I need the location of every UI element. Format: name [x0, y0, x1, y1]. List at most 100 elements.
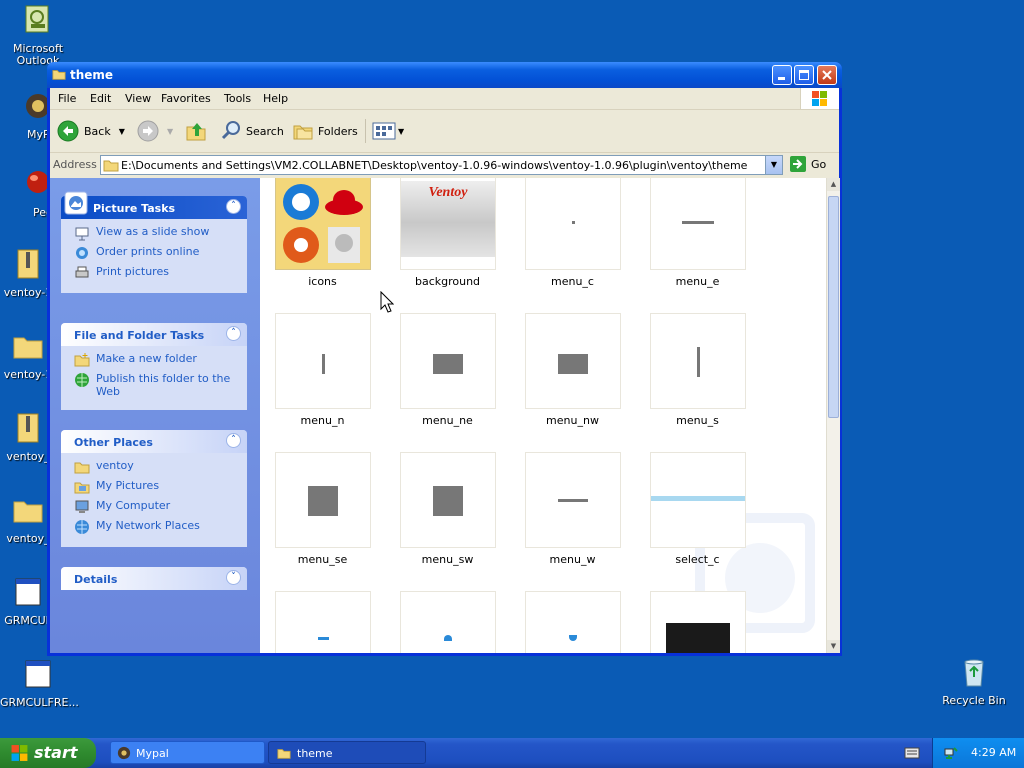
file-thumb-row4-4[interactable]: [650, 591, 746, 653]
details-header[interactable]: Details ˅: [61, 567, 247, 590]
menu-n-image: [322, 354, 325, 374]
scroll-thumb[interactable]: [828, 196, 839, 418]
other-places-body: ventoy My Pictures My Computer My Networ…: [61, 453, 247, 547]
file-thumb-background[interactable]: Ventoy: [400, 178, 496, 270]
keyboard-icon[interactable]: [904, 747, 920, 759]
task-publish-web[interactable]: Publish this folder to the Web: [61, 372, 247, 402]
task-new-folder[interactable]: Make a new folder: [61, 352, 247, 372]
scroll-down-button[interactable]: ▼: [827, 640, 840, 653]
place-label: My Pictures: [96, 479, 160, 492]
menu-file[interactable]: File: [58, 92, 76, 105]
globe-icon: [75, 373, 89, 387]
picture-tasks-body: View as a slide show Order prints online…: [61, 219, 247, 293]
folders-button[interactable]: Folders: [292, 119, 358, 143]
file-thumb-select-c[interactable]: [650, 452, 746, 548]
menu-tools[interactable]: Tools: [224, 92, 251, 105]
up-folder-button[interactable]: [185, 119, 207, 143]
network-status-icon[interactable]: [943, 745, 959, 761]
task-slideshow[interactable]: View as a slide show: [61, 225, 247, 245]
other-places-panel: Other Places ˄ ventoy My Pictures My Com…: [61, 430, 247, 547]
menu-edit[interactable]: Edit: [90, 92, 111, 105]
place-my-pictures[interactable]: My Pictures: [61, 479, 247, 499]
place-my-computer[interactable]: My Computer: [61, 499, 247, 519]
taskbar-item-mypal[interactable]: Mypal: [110, 741, 265, 764]
details-title: Details: [74, 573, 118, 586]
scroll-up-button[interactable]: ▲: [827, 178, 840, 191]
file-view: icons Ventoy background menu_c menu_e me…: [260, 178, 826, 653]
folder-icon: [52, 70, 66, 80]
picture-tasks-header[interactable]: Picture Tasks ˄: [61, 191, 247, 219]
desktop-icon-outlook[interactable]: Microsoft Outlook: [0, 4, 76, 67]
file-thumb-menu-ne[interactable]: [400, 313, 496, 409]
taskbar-item-theme[interactable]: theme: [268, 741, 426, 764]
other-places-header[interactable]: Other Places ˄: [61, 430, 247, 453]
desktop-icon-grmculfre[interactable]: GRMCULFRE...: [0, 658, 79, 709]
start-label: start: [34, 743, 78, 762]
task-print-pictures[interactable]: Print pictures: [61, 265, 247, 285]
printer-icon: [75, 266, 89, 278]
search-button[interactable]: Search: [220, 119, 284, 143]
clock[interactable]: 4:29 AM: [971, 746, 1016, 759]
file-label: background: [414, 275, 481, 288]
window-client: File Edit View Favorites Tools Help Back…: [50, 88, 840, 653]
file-thumb-icons[interactable]: [275, 178, 371, 270]
file-label: menu_ne: [422, 414, 473, 427]
place-my-network[interactable]: My Network Places: [61, 519, 247, 539]
file-thumb-menu-w[interactable]: [525, 452, 621, 548]
folder-icon: [13, 501, 43, 523]
collapse-chevron-icon[interactable]: ˄: [226, 326, 241, 341]
minimize-button[interactable]: [772, 65, 792, 85]
file-folder-tasks-header[interactable]: File and Folder Tasks ˄: [61, 323, 247, 346]
file-label: menu_n: [300, 414, 345, 427]
file-thumb-row4-2[interactable]: [400, 591, 496, 653]
file-thumb-row4-1[interactable]: [275, 591, 371, 653]
desktop-icon-label: GRMCULFRE...: [0, 696, 79, 709]
search-label: Search: [246, 124, 284, 138]
views-button[interactable]: ▼: [372, 119, 404, 143]
file-label: icons: [308, 275, 337, 288]
file-thumb-menu-n[interactable]: [275, 313, 371, 409]
select-c-image: [651, 496, 745, 501]
task-order-prints[interactable]: Order prints online: [61, 245, 247, 265]
file-thumb-menu-c[interactable]: [525, 178, 621, 270]
menu-e-image: [682, 221, 714, 224]
folder-icon: [277, 749, 291, 759]
maximize-icon: [799, 70, 809, 80]
start-button[interactable]: start: [0, 738, 96, 768]
go-button[interactable]: Go: [789, 155, 826, 173]
desktop-icon-recycle-bin[interactable]: Recycle Bin: [936, 656, 1012, 707]
chevron-down-icon: ▼: [770, 160, 778, 169]
zip-folder-icon: [17, 249, 39, 279]
address-dropdown-button[interactable]: ▼: [765, 156, 782, 174]
menu-w-image: [558, 499, 588, 502]
file-thumb-row4-3[interactable]: [525, 591, 621, 653]
address-bar: Address E:\Documents and Settings\VM2.CO…: [50, 153, 839, 177]
file-thumb-menu-sw[interactable]: [400, 452, 496, 548]
views-icon: [372, 122, 396, 140]
maximize-button[interactable]: [794, 65, 814, 85]
background-thumb-text: Ventoy: [428, 185, 468, 200]
back-dropdown-icon[interactable]: ▼: [119, 127, 125, 136]
address-input[interactable]: E:\Documents and Settings\VM2.COLLABNET\…: [100, 155, 783, 175]
back-button[interactable]: Back ▼: [57, 119, 125, 143]
place-ventoy[interactable]: ventoy: [61, 459, 247, 479]
file-thumb-menu-e[interactable]: [650, 178, 746, 270]
file-thumb-menu-se[interactable]: [275, 452, 371, 548]
vertical-scrollbar[interactable]: ▲ ▼: [826, 178, 840, 653]
collapse-chevron-icon[interactable]: ˄: [226, 433, 241, 448]
menu-view[interactable]: View: [125, 92, 151, 105]
close-button[interactable]: [817, 65, 837, 85]
menu-favorites[interactable]: Favorites: [161, 92, 211, 105]
collapse-chevron-icon[interactable]: ˄: [226, 199, 241, 214]
title-bar[interactable]: theme: [47, 62, 842, 88]
network-icon: [75, 520, 89, 534]
window-title: theme: [70, 68, 114, 82]
forward-dropdown-icon[interactable]: ▼: [167, 127, 173, 136]
menu-help[interactable]: Help: [263, 92, 288, 105]
file-thumb-menu-s[interactable]: [650, 313, 746, 409]
go-arrow-icon: [790, 156, 806, 172]
expand-chevron-icon[interactable]: ˅: [226, 570, 241, 585]
forward-button[interactable]: ▼: [137, 119, 173, 143]
my-pictures-icon: [74, 482, 90, 494]
file-thumb-menu-nw[interactable]: [525, 313, 621, 409]
